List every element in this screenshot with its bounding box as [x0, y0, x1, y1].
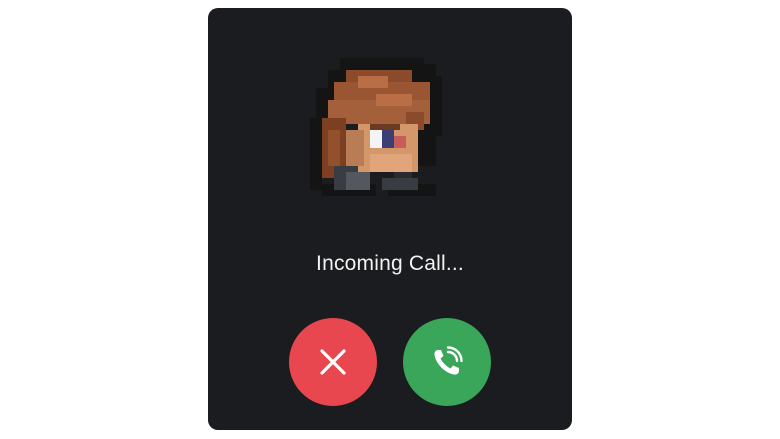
call-status-text: Incoming Call...: [316, 252, 464, 275]
close-icon: [320, 349, 346, 375]
pixel-character-icon: [310, 58, 442, 196]
accept-call-button[interactable]: [403, 318, 491, 406]
caller-avatar: [298, 46, 484, 208]
phone-ringing-icon: [434, 346, 463, 375]
page: Incoming Call...: [0, 0, 780, 439]
decline-call-button[interactable]: [289, 318, 377, 406]
